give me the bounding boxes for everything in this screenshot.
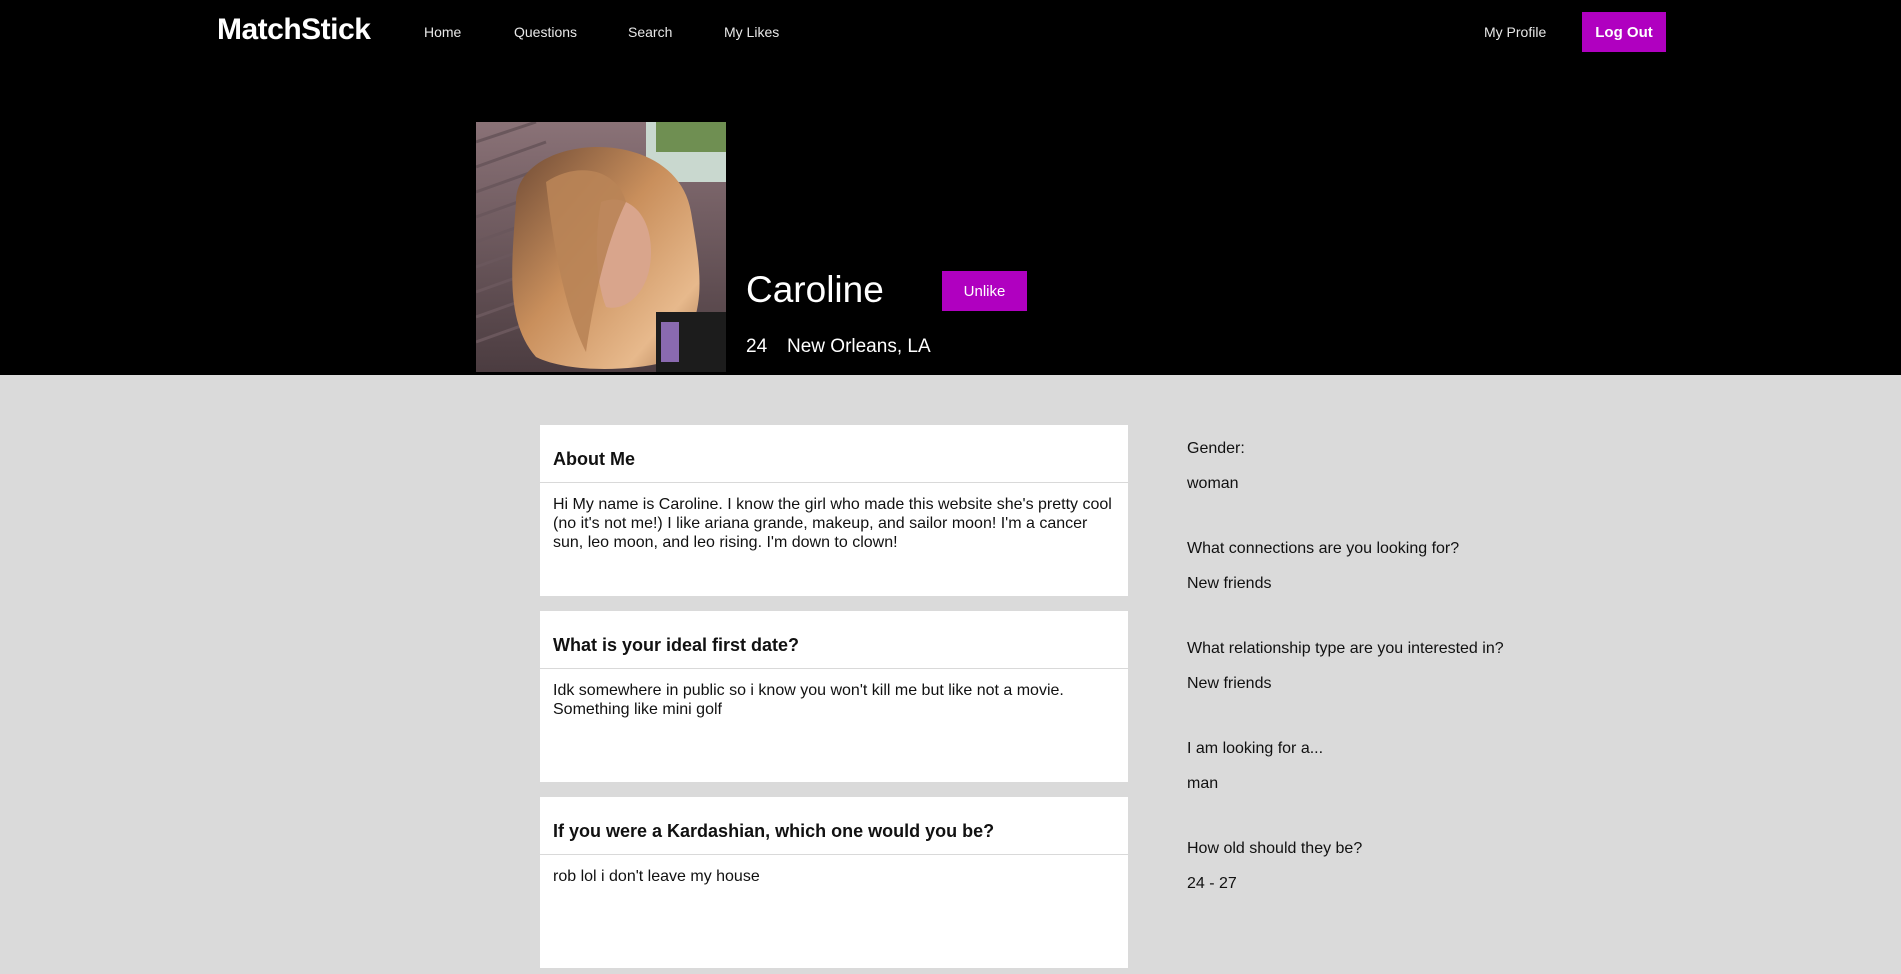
looking-for-label: I am looking for a... — [1187, 740, 1324, 757]
about-me-card: About Me Hi My name is Caroline. I know … — [540, 425, 1128, 596]
unlike-button[interactable]: Unlike — [942, 271, 1027, 311]
looking-for-value: man — [1187, 775, 1219, 792]
card-divider — [540, 482, 1128, 483]
profile-photo — [476, 122, 726, 372]
card-body: Idk somewhere in public so i know you wo… — [553, 682, 1064, 718]
logout-button[interactable]: Log Out — [1582, 12, 1666, 52]
age-range-value: 24 - 27 — [1187, 875, 1237, 892]
card-divider — [540, 854, 1128, 855]
nav-my-likes-link[interactable]: My Likes — [724, 24, 779, 40]
nav-search-link[interactable]: Search — [628, 24, 672, 40]
age-range-label: How old should they be? — [1187, 840, 1363, 857]
gender-value: woman — [1187, 475, 1239, 492]
ideal-first-date-card: What is your ideal first date? Idk somew… — [540, 611, 1128, 782]
connections-value: New friends — [1187, 575, 1272, 592]
profile-age: 24 — [746, 336, 768, 357]
kardashian-card: If you were a Kardashian, which one woul… — [540, 797, 1128, 968]
card-title: If you were a Kardashian, which one woul… — [553, 821, 995, 841]
brand-logo[interactable]: MatchStick — [217, 13, 371, 47]
card-title: About Me — [553, 449, 635, 469]
card-divider — [540, 668, 1128, 669]
card-body: Hi My name is Caroline. I know the girl … — [553, 496, 1112, 551]
profile-header: MatchStick Home Questions Search My Like… — [0, 0, 1901, 375]
nav-my-profile-link[interactable]: My Profile — [1484, 24, 1546, 40]
relationship-type-value: New friends — [1187, 675, 1272, 692]
card-body: rob lol i don't leave my house — [553, 868, 760, 885]
profile-location: New Orleans, LA — [787, 336, 931, 357]
connections-label: What connections are you looking for? — [1187, 540, 1460, 557]
nav-questions-link[interactable]: Questions — [514, 24, 577, 40]
card-title: What is your ideal first date? — [553, 635, 800, 655]
relationship-type-label: What relationship type are you intereste… — [1187, 640, 1504, 657]
profile-name: Caroline — [746, 269, 884, 310]
nav-home-link[interactable]: Home — [424, 24, 461, 40]
gender-label: Gender: — [1187, 440, 1245, 457]
